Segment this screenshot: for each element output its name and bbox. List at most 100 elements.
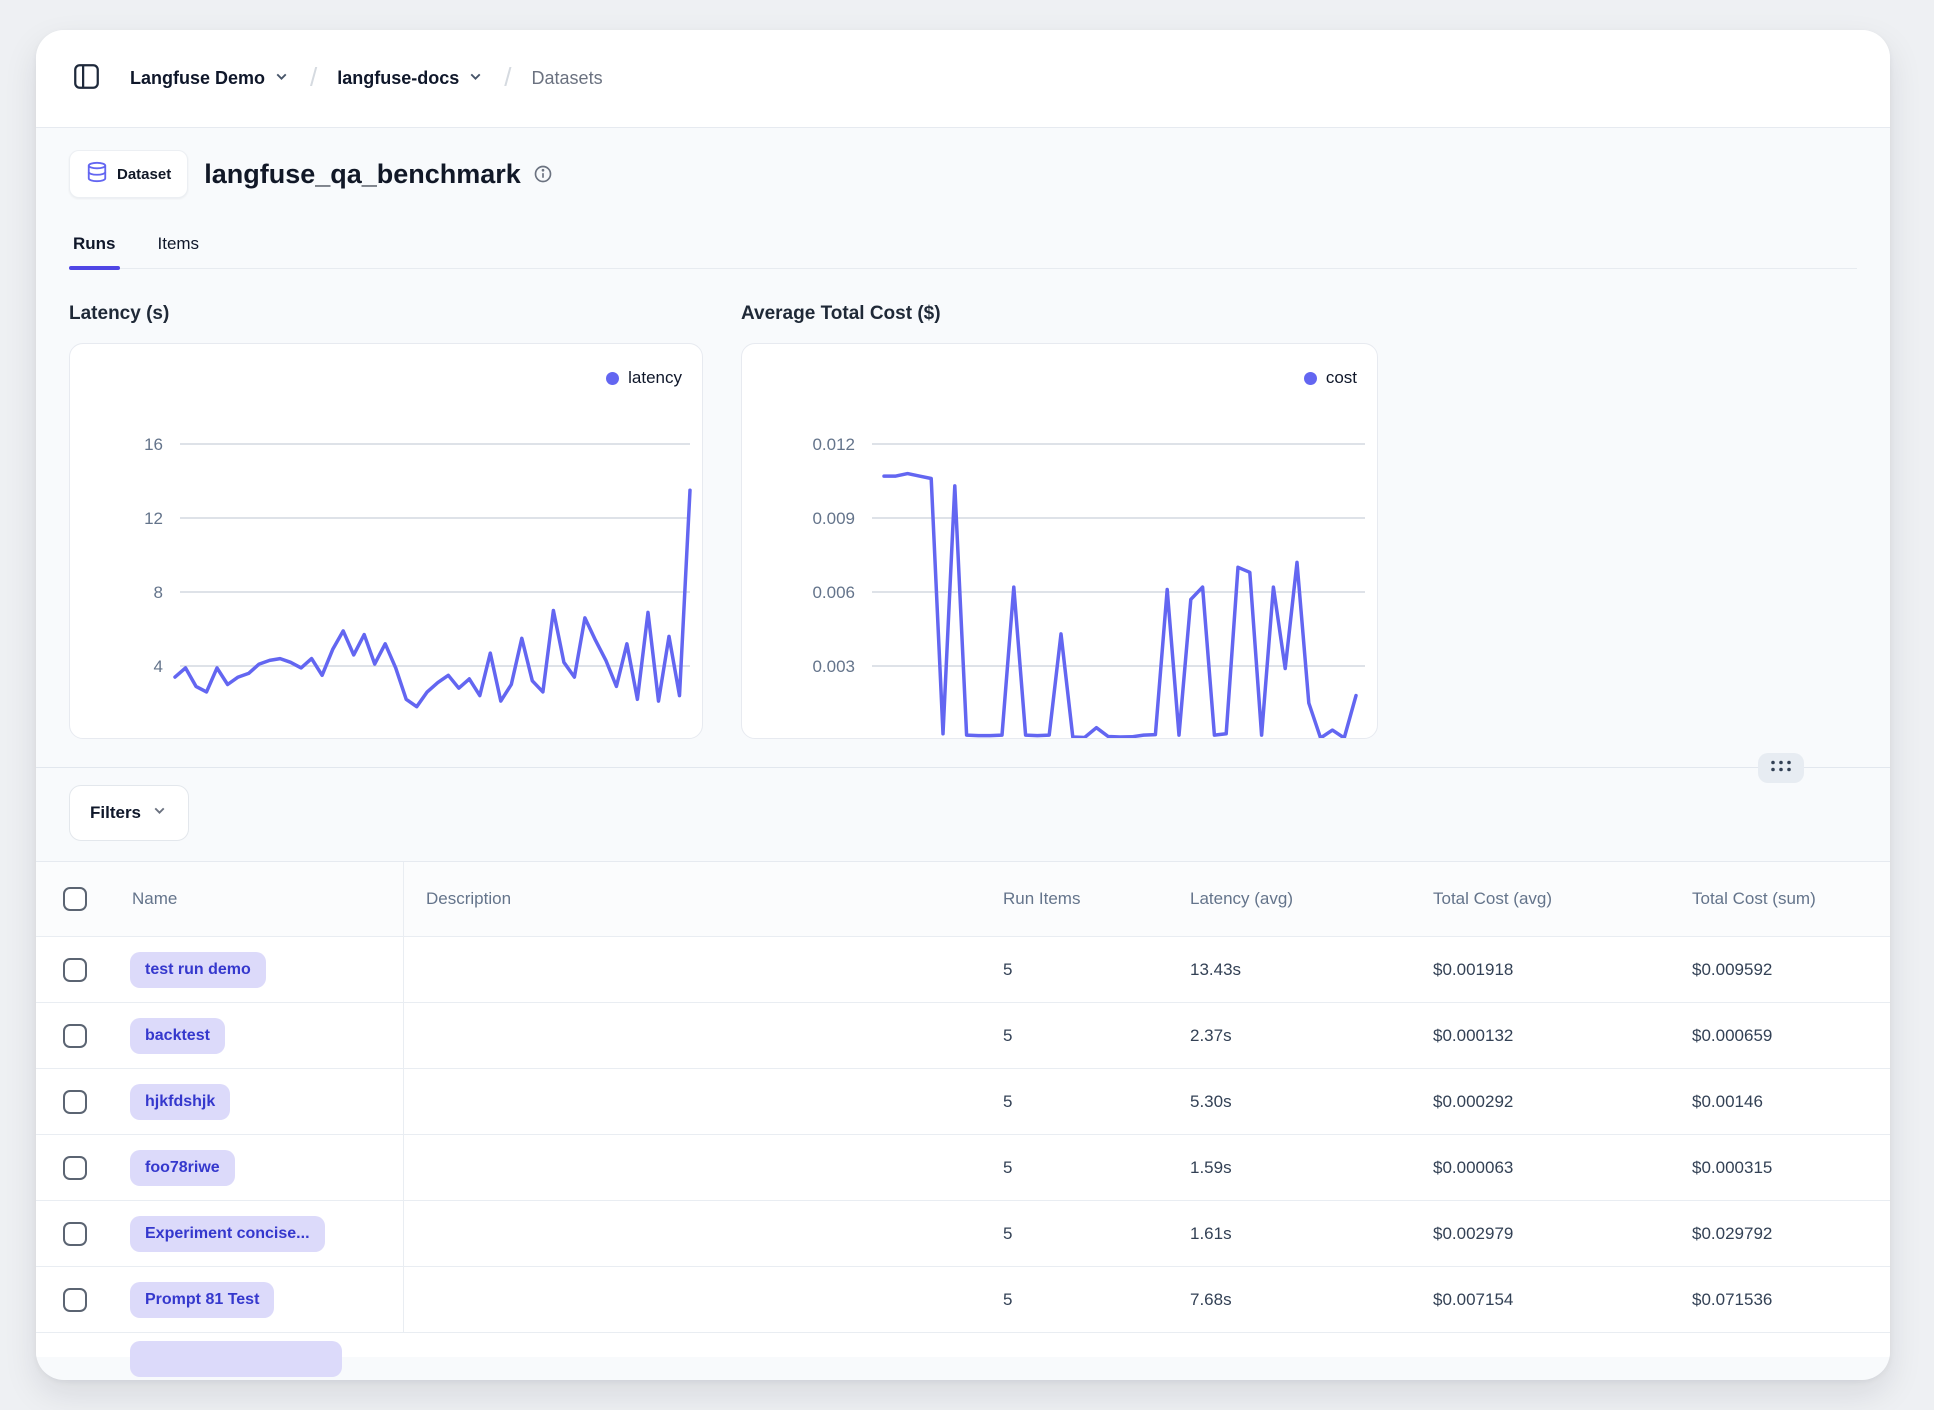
dataset-heading: Dataset langfuse_qa_benchmark — [69, 150, 1857, 198]
total-cost-avg-cell: $0.000132 — [1417, 1026, 1679, 1046]
svg-text:12: 12 — [144, 509, 163, 528]
breadcrumb-org-selector[interactable]: Langfuse Demo — [130, 68, 290, 90]
svg-text:0.006: 0.006 — [812, 583, 855, 602]
panel-resize-handle[interactable] — [1758, 753, 1804, 783]
total-cost-sum-cell: $0.00146 — [1679, 1092, 1890, 1112]
run-name-badge[interactable]: hjkfdshjk — [130, 1084, 230, 1120]
row-checkbox[interactable] — [63, 1156, 87, 1180]
latency-avg-cell: 1.61s — [1169, 1224, 1417, 1244]
total-cost-sum-cell: $0.071536 — [1679, 1290, 1890, 1310]
latency-avg-cell: 5.30s — [1169, 1092, 1417, 1112]
legend-dot-icon — [1304, 372, 1317, 385]
filters-button-label: Filters — [90, 803, 141, 823]
legend-label: cost — [1326, 368, 1357, 388]
svg-text:4: 4 — [154, 657, 163, 676]
cost-chart: 0.0030.0060.0090.012 cost — [741, 343, 1378, 739]
column-header-total-cost-sum[interactable]: Total Cost (sum) — [1679, 889, 1890, 909]
tab-runs[interactable]: Runs — [69, 234, 120, 268]
main-panel: Langfuse Demo / langfuse-docs / Datasets — [36, 30, 1890, 1380]
total-cost-sum-cell: $0.029792 — [1679, 1224, 1890, 1244]
breadcrumb-bar: Langfuse Demo / langfuse-docs / Datasets — [36, 30, 1890, 128]
row-checkbox[interactable] — [63, 1024, 87, 1048]
row-select-cell — [36, 1090, 114, 1114]
total-cost-sum-cell: $0.009592 — [1679, 960, 1890, 980]
total-cost-avg-cell: $0.001918 — [1417, 960, 1679, 980]
svg-text:0.003: 0.003 — [812, 657, 855, 676]
run-name-cell: backtest — [114, 1003, 404, 1068]
grip-dots-icon — [1770, 759, 1792, 778]
row-checkbox[interactable] — [63, 1288, 87, 1312]
tab-items[interactable]: Items — [154, 234, 204, 268]
database-icon — [86, 161, 108, 187]
row-checkbox[interactable] — [63, 958, 87, 982]
run-items-cell: 5 — [973, 1224, 1169, 1244]
run-name-cell: foo78riwe — [114, 1135, 404, 1200]
section-divider — [36, 767, 1890, 768]
total-cost-avg-cell: $0.002979 — [1417, 1224, 1679, 1244]
total-cost-sum-cell: $0.000659 — [1679, 1026, 1890, 1046]
breadcrumb-separator: / — [304, 62, 323, 93]
latency-avg-cell: 7.68s — [1169, 1290, 1417, 1310]
runs-table: Name Description Run Items Latency (avg)… — [36, 861, 1890, 1357]
legend-dot-icon — [606, 372, 619, 385]
run-name-badge[interactable]: Experiment concise... — [130, 1216, 325, 1252]
breadcrumb-project-label: langfuse-docs — [337, 68, 459, 89]
total-cost-avg-cell: $0.000063 — [1417, 1158, 1679, 1178]
chevron-down-icon — [467, 68, 484, 90]
svg-text:8: 8 — [154, 583, 163, 602]
select-all-checkbox[interactable] — [63, 887, 87, 911]
row-checkbox[interactable] — [63, 1090, 87, 1114]
latency-chart: 4 8 12 16 latency — [69, 343, 703, 739]
info-icon[interactable] — [533, 164, 553, 184]
cost-chart-block: Average Total Cost ($) 0.0030.0060.0090.… — [741, 303, 1378, 739]
run-name-badge[interactable]: Prompt 81 Test — [130, 1282, 274, 1318]
page-title: langfuse_qa_benchmark — [204, 159, 521, 190]
run-items-cell: 5 — [973, 1092, 1169, 1112]
total-cost-avg-cell: $0.007154 — [1417, 1290, 1679, 1310]
row-select-cell — [36, 1024, 114, 1048]
panel-left-icon — [73, 63, 100, 95]
select-all-cell — [36, 887, 114, 911]
charts-section: Latency (s) 481216 latency Average Total… — [69, 303, 1857, 739]
tab-bar: Runs Items — [69, 234, 1857, 269]
latency-chart-block: Latency (s) 4 8 12 16 latency — [69, 303, 703, 739]
breadcrumb-org-label: Langfuse Demo — [130, 68, 265, 89]
cost-legend: cost — [1304, 368, 1357, 388]
total-cost-avg-cell: $0.000292 — [1417, 1092, 1679, 1112]
chevron-down-icon — [273, 68, 290, 90]
row-checkbox[interactable] — [63, 1222, 87, 1246]
column-header-run-items[interactable]: Run Items — [973, 889, 1169, 909]
table-row-partial — [36, 1333, 1890, 1357]
table-row: test run demo 5 13.43s $0.001918 $0.0095… — [36, 937, 1890, 1003]
legend-label: latency — [628, 368, 682, 388]
run-name-cell: Experiment concise... — [114, 1201, 404, 1266]
breadcrumb-project-selector[interactable]: langfuse-docs — [337, 68, 484, 90]
column-header-latency-avg[interactable]: Latency (avg) — [1169, 889, 1417, 909]
table-row: hjkfdshjk 5 5.30s $0.000292 $0.00146 — [36, 1069, 1890, 1135]
latency-avg-cell: 2.37s — [1169, 1026, 1417, 1046]
run-name-badge[interactable]: test run demo — [130, 952, 266, 988]
row-select-cell — [36, 1288, 114, 1312]
run-items-cell: 5 — [973, 960, 1169, 980]
row-select-cell — [36, 1156, 114, 1180]
svg-text:0.009: 0.009 — [812, 509, 855, 528]
sidebar-toggle-button[interactable] — [66, 59, 106, 99]
table-row: Prompt 81 Test 5 7.68s $0.007154 $0.0715… — [36, 1267, 1890, 1333]
filters-button[interactable]: Filters — [69, 785, 189, 841]
latency-avg-cell: 13.43s — [1169, 960, 1417, 980]
dataset-type-badge: Dataset — [69, 150, 188, 198]
column-header-name[interactable]: Name — [114, 862, 404, 936]
svg-text:16: 16 — [144, 435, 163, 454]
table-body: test run demo 5 13.43s $0.001918 $0.0095… — [36, 937, 1890, 1333]
column-header-total-cost-avg[interactable]: Total Cost (avg) — [1417, 889, 1679, 909]
column-header-description[interactable]: Description — [404, 889, 973, 909]
run-name-cell: hjkfdshjk — [114, 1069, 404, 1134]
run-name-badge[interactable]: foo78riwe — [130, 1150, 235, 1186]
latency-chart-title: Latency (s) — [69, 303, 703, 325]
row-select-cell — [36, 1222, 114, 1246]
run-name-badge[interactable]: backtest — [130, 1018, 225, 1054]
run-items-cell: 5 — [973, 1026, 1169, 1046]
run-name-badge[interactable] — [130, 1341, 342, 1377]
table-row: Experiment concise... 5 1.61s $0.002979 … — [36, 1201, 1890, 1267]
table-header-row: Name Description Run Items Latency (avg)… — [36, 862, 1890, 937]
